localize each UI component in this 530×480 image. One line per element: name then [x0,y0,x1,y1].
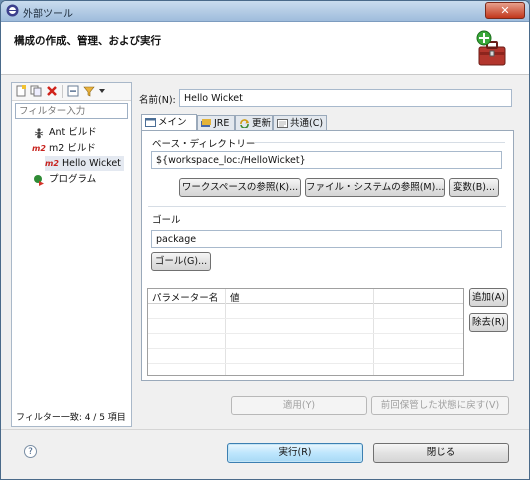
tree-item-label: Ant ビルド [49,127,97,138]
close-window-button[interactable]: ✕ [485,2,525,19]
help-icon[interactable]: ? [24,445,37,458]
tab-main[interactable]: メイン [141,114,197,130]
table-row [148,363,463,364]
section-divider [148,206,506,207]
table-header: パラメーター名 値 [148,289,463,304]
program-icon [34,174,44,186]
table-row [148,318,463,319]
tree-item-label: Hello Wicket [62,158,121,169]
tree-item-m2-build[interactable]: m2 m2 ビルド [32,141,96,156]
main-tab-panel: ベース・ディレクトリー ワークスペースの参照(K)... ファイル・システムの参… [141,130,514,381]
app-icon [6,4,19,17]
name-label: 名前(N): [139,95,176,106]
tree-toolbar [12,83,131,101]
apply-button[interactable]: 適用(Y) [231,396,367,415]
page-title: 構成の作成、管理、および実行 [14,35,161,47]
base-dir-title: ベース・ディレクトリー [152,139,256,150]
delete-icon[interactable] [46,85,58,97]
common-icon [277,119,288,128]
launch-config-tree-pane: Ant ビルド m2 m2 ビルド m2 Hello Wicket プログラム … [11,82,132,427]
base-directory-input[interactable] [151,151,502,169]
collapse-all-icon[interactable] [67,85,79,97]
tree-item-label: m2 ビルド [49,143,96,154]
ant-icon [34,127,44,138]
tree-item-program[interactable]: プログラム [32,172,96,187]
add-parameter-button[interactable]: 追加(A) [469,288,508,307]
external-tools-dialog: 外部ツール ✕ 構成の作成、管理、および実行 Ant ビルド [0,0,530,480]
filter-input[interactable] [15,103,128,119]
toolbar-separator [62,85,63,98]
section-divider [255,142,505,143]
header-banner: 構成の作成、管理、および実行 [1,22,529,75]
filter-icon[interactable] [83,85,95,97]
window-title: 外部ツール [23,9,73,20]
parameters-table[interactable]: パラメーター名 値 [147,288,464,376]
tree-item-label: プログラム [49,174,97,185]
tree-item-hello-wicket[interactable]: m2 Hello Wicket [45,156,124,171]
tab-label: 更新 [252,118,272,129]
run-button[interactable]: 実行(R) [227,443,363,463]
revert-button[interactable]: 前回保管した状態に戻す(V) [371,396,509,415]
tab-label: JRE [214,118,230,129]
table-row [148,333,463,334]
config-name-input[interactable] [179,89,512,107]
m2-icon: m2 [45,159,59,168]
workspace-browse-button[interactable]: ワークスペースの参照(K)... [179,178,301,197]
duplicate-icon[interactable] [30,85,42,97]
column-header-value: 値 [230,293,240,304]
filter-match-status: フィルター一致: 4 / 5 項目 [16,413,126,423]
tree-item-ant-build[interactable]: Ant ビルド [32,125,97,140]
toolbox-add-icon [476,30,506,66]
filesystem-browse-button[interactable]: ファイル・システムの参照(M)... [305,178,445,197]
tab-jre[interactable]: JRE [197,115,235,130]
tab-label: 共通(C) [290,118,324,129]
tab-common[interactable]: 共通(C) [273,115,327,130]
jre-icon [201,119,211,127]
table-row [148,348,463,349]
goal-button[interactable]: ゴール(G)... [151,252,211,271]
tab-label: メイン [158,117,187,128]
goal-title: ゴール [152,215,181,226]
close-button[interactable]: 閉じる [373,443,509,463]
dropdown-arrow-icon[interactable] [96,85,108,97]
variables-button[interactable]: 変数(B)... [449,178,499,197]
goal-input[interactable] [151,230,502,248]
title-bar[interactable]: 外部ツール ✕ [1,1,529,22]
remove-parameter-button[interactable]: 除去(R) [469,313,508,332]
main-tab-icon [145,118,156,127]
refresh-icon [240,119,249,128]
m2-icon: m2 [32,144,46,153]
new-config-icon[interactable] [15,85,27,97]
footer-divider [1,429,529,430]
tab-refresh[interactable]: 更新 [235,115,273,130]
column-header-name: パラメーター名 [152,293,219,304]
